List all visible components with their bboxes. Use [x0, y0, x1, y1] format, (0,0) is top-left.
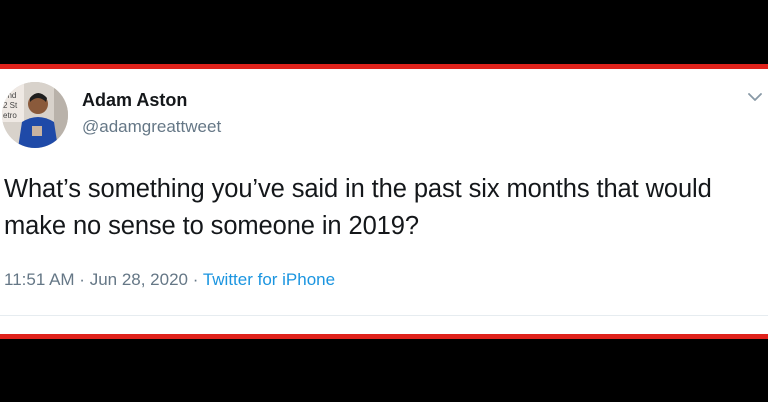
meta-separator: ·	[74, 270, 90, 289]
divider	[0, 315, 768, 316]
bottom-red-border	[0, 334, 768, 339]
tweet-time[interactable]: 11:51 AM	[4, 270, 75, 289]
avatar[interactable]: end 2 St etro	[2, 82, 68, 148]
author-handle[interactable]: @adamgreattweet	[82, 117, 221, 137]
chevron-down-icon[interactable]	[748, 92, 762, 102]
screenshot-frame: end 2 St etro Adam Aston @adamgreattweet…	[0, 0, 768, 402]
tweet-text: What’s something you’ve said in the past…	[4, 175, 712, 240]
svg-text:2 St: 2 St	[3, 101, 18, 110]
tweet-meta: 11:51 AM · Jun 28, 2020 · Twitter for iP…	[4, 270, 335, 290]
author-name[interactable]: Adam Aston	[82, 90, 187, 111]
svg-text:etro: etro	[3, 111, 17, 120]
tweet-source-link[interactable]: Twitter for iPhone	[203, 270, 335, 289]
avatar-image: end 2 St etro	[2, 82, 68, 148]
meta-separator: ·	[188, 270, 203, 289]
tweet-date[interactable]: Jun 28, 2020	[90, 270, 188, 289]
